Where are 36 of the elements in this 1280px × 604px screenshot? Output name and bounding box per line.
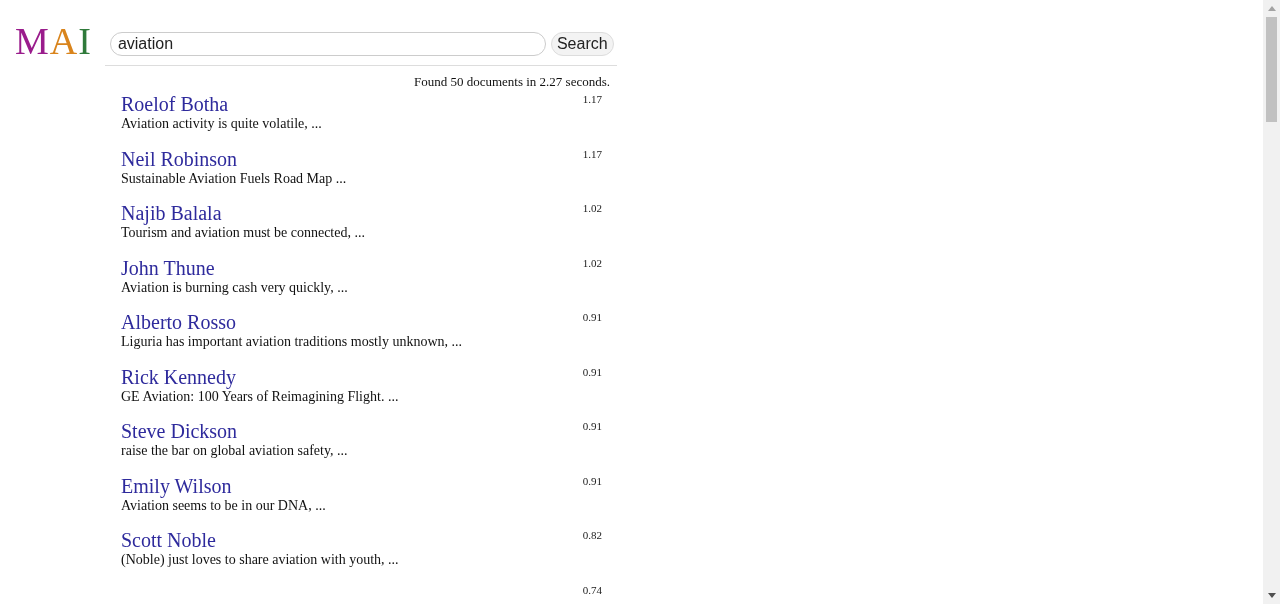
result-title-link[interactable]: Scott Noble <box>121 528 216 552</box>
result-snippet: (Noble) just loves to share aviation with youth, ... <box>121 552 399 568</box>
result-snippet: Aviation is burning cash very quickly, ... <box>121 279 348 296</box>
result-score: 0.91 <box>582 311 602 323</box>
scroll-up-icon[interactable] <box>1267 6 1276 11</box>
result-score: 0.82 <box>582 529 602 541</box>
result-snippet: Tourism and aviation must be connected, ... <box>121 225 365 241</box>
result-score: 0.91 <box>582 474 602 487</box>
result-snippet: Liguria has important aviation traditions mostly unknown, ... <box>121 334 462 350</box>
result-score: 0.91 <box>582 420 602 432</box>
result-snippet: GE Aviation: 100 Years of Reimagining Flight. ... <box>121 388 399 405</box>
result-score: 1.02 <box>582 256 602 269</box>
scroll-down-icon[interactable] <box>1267 593 1276 598</box>
result-title-link[interactable]: Alberto Rosso <box>121 310 236 334</box>
search-button[interactable]: Search <box>550 32 614 56</box>
result-score: 1.02 <box>582 202 602 214</box>
search-field[interactable]: aviation <box>109 32 546 56</box>
logo: MAI <box>15 21 92 61</box>
scrollbar-thumb[interactable] <box>1266 17 1277 122</box>
result-title-link[interactable]: Steve Dickson <box>121 419 238 443</box>
result-snippet: Aviation seems to be in our DNA, ... <box>121 497 326 514</box>
scrollbar[interactable] <box>1263 0 1280 604</box>
result-score: 0.91 <box>582 365 602 378</box>
result-snippet: Sustainable Aviation Fuels Road Map ... <box>121 170 347 187</box>
result-title-link[interactable]: Neil Robinson <box>121 146 238 171</box>
result-title-link[interactable]: Emily Wilson <box>121 473 232 498</box>
result-score: 1.17 <box>582 93 602 105</box>
result-snippet: raise the bar on global aviation safety, ... <box>121 443 348 459</box>
result-summary: Found 50 documents in 2.27 seconds. <box>412 73 611 91</box>
result-score: 1.17 <box>582 147 602 160</box>
result-score: 0.74 <box>582 583 602 596</box>
result-title-link[interactable]: Rick Kennedy <box>121 364 236 389</box>
result-title-link[interactable]: John Thune <box>121 255 215 280</box>
result-title-link[interactable]: Roelof Botha <box>121 92 229 116</box>
result-snippet: Aviation activity is quite volatile, ... <box>121 116 322 132</box>
result-title-link[interactable]: Najib Balala <box>121 201 222 225</box>
